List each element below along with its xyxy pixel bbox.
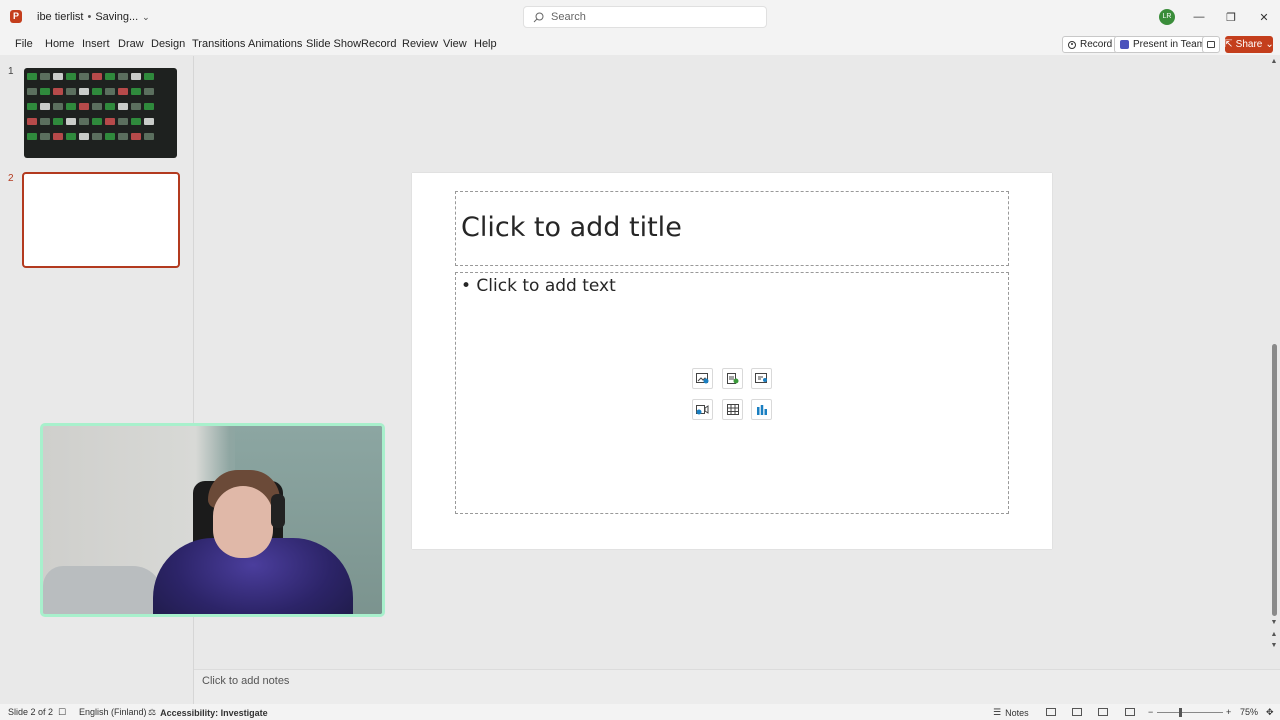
notes-pane[interactable]: Click to add notes [194, 669, 1280, 704]
tab-transitions[interactable]: Transitions [192, 38, 245, 50]
ribbon-tabs: File Home Insert Draw Design Transitions… [0, 34, 1280, 55]
scrollbar-thumb[interactable] [1272, 344, 1277, 616]
scroll-up-icon[interactable]: ▲ [1270, 58, 1278, 65]
comment-icon [1207, 41, 1215, 48]
webcam-overlay [40, 423, 385, 617]
content-placeholder[interactable]: • Click to add text [455, 272, 1009, 514]
slide-thumbnail-2[interactable] [22, 172, 180, 268]
content-placeholder-text: • Click to add text [461, 276, 616, 296]
share-label: Share [1235, 39, 1263, 50]
zoom-slider-handle[interactable] [1179, 708, 1182, 717]
slide-canvas: Click to add title • Click to add text [412, 173, 1052, 549]
notes-icon: ☰ [993, 707, 1002, 717]
search-input[interactable]: Search [523, 6, 767, 28]
notes-placeholder: Click to add notes [202, 675, 290, 687]
tab-record[interactable]: Record [361, 38, 396, 50]
record-button-label: Record [1080, 39, 1113, 50]
document-title[interactable]: ibe tierlist • Saving... ⌄ [37, 10, 150, 24]
slide-number-1: 1 [8, 66, 14, 77]
powerpoint-logo-icon: P [10, 10, 22, 23]
close-button[interactable]: ✕ [1255, 8, 1273, 26]
scroll-down-icon[interactable]: ▼ [1270, 619, 1278, 626]
slide-number-2: 2 [8, 173, 14, 184]
zoom-in-button[interactable]: + [1226, 707, 1231, 717]
tab-draw[interactable]: Draw [118, 38, 144, 50]
record-button[interactable]: Record [1062, 36, 1119, 53]
zoom-level[interactable]: 75% [1240, 707, 1258, 717]
teams-icon [1120, 40, 1129, 49]
search-icon [533, 12, 544, 23]
save-status: Saving... [95, 11, 139, 23]
zoom-out-button[interactable]: − [1148, 707, 1153, 717]
slide-show-icon[interactable] [1125, 708, 1135, 716]
restore-button[interactable]: ❐ [1222, 8, 1240, 26]
insert-picture-icon[interactable] [692, 368, 713, 389]
zoom-slider[interactable] [1157, 712, 1223, 713]
vertical-scrollbar[interactable]: ▲ ▼ ▲ ▼ [1270, 56, 1278, 652]
minimize-button[interactable]: — [1190, 8, 1208, 26]
share-button[interactable]: ⇱ Share ⌄ [1224, 36, 1274, 53]
document-name: ibe tierlist [37, 11, 84, 23]
next-slide-icon[interactable]: ▼ [1270, 642, 1278, 649]
insert-chart-icon[interactable] [751, 399, 772, 420]
tab-review[interactable]: Review [402, 38, 438, 50]
tab-help[interactable]: Help [474, 38, 497, 50]
present-in-teams-button[interactable]: Present in Teams [1114, 36, 1217, 53]
previous-slide-icon[interactable]: ▲ [1270, 631, 1278, 638]
accessibility-label: Accessibility: Investigate [160, 707, 268, 718]
insert-stock-images-icon[interactable] [722, 368, 743, 389]
reading-view-icon[interactable] [1098, 708, 1108, 716]
normal-view-icon[interactable] [1046, 708, 1056, 716]
chevron-down-icon: ⌄ [142, 11, 150, 22]
tab-insert[interactable]: Insert [82, 38, 110, 50]
title-bar: P ibe tierlist • Saving... ⌄ Search LR —… [0, 0, 1280, 34]
status-bar: Slide 2 of 2 ☐ English (Finland) ⚖ Acces… [0, 704, 1280, 720]
language-indicator[interactable]: English (Finland) [79, 707, 147, 717]
search-placeholder: Search [551, 11, 586, 23]
insert-icons-icon[interactable] [751, 368, 772, 389]
fit-slide-icon[interactable]: ✥ [1266, 707, 1274, 718]
slide-thumbnail-1[interactable] [24, 68, 177, 158]
tab-slide-show[interactable]: Slide Show [306, 38, 361, 50]
slide-counter: Slide 2 of 2 [8, 707, 54, 717]
notes-button[interactable]: ☰ Notes [993, 707, 1029, 718]
accessibility-icon: ⚖ [148, 707, 157, 717]
insert-video-icon[interactable] [692, 399, 713, 420]
insert-table-icon[interactable] [722, 399, 743, 420]
record-icon [1068, 40, 1076, 49]
title-placeholder[interactable]: Click to add title [455, 191, 1009, 266]
share-chevron-icon: ⌄ [1265, 39, 1274, 50]
notes-button-label: Notes [1005, 707, 1029, 718]
tab-animations[interactable]: Animations [248, 38, 302, 50]
avatar[interactable]: LR [1159, 9, 1175, 25]
share-icon: ⇱ [1224, 39, 1233, 50]
spellcheck-icon[interactable]: ☐ [58, 707, 66, 718]
present-in-teams-label: Present in Teams [1133, 39, 1211, 50]
title-placeholder-text: Click to add title [461, 212, 682, 243]
accessibility-indicator[interactable]: ⚖ Accessibility: Investigate [148, 707, 268, 718]
tab-design[interactable]: Design [151, 38, 185, 50]
tab-view[interactable]: View [443, 38, 467, 50]
tab-file[interactable]: File [15, 38, 33, 50]
comments-button[interactable] [1202, 36, 1220, 53]
tab-home[interactable]: Home [45, 38, 74, 50]
title-separator: • [87, 11, 92, 23]
slide-sorter-icon[interactable] [1072, 708, 1082, 716]
